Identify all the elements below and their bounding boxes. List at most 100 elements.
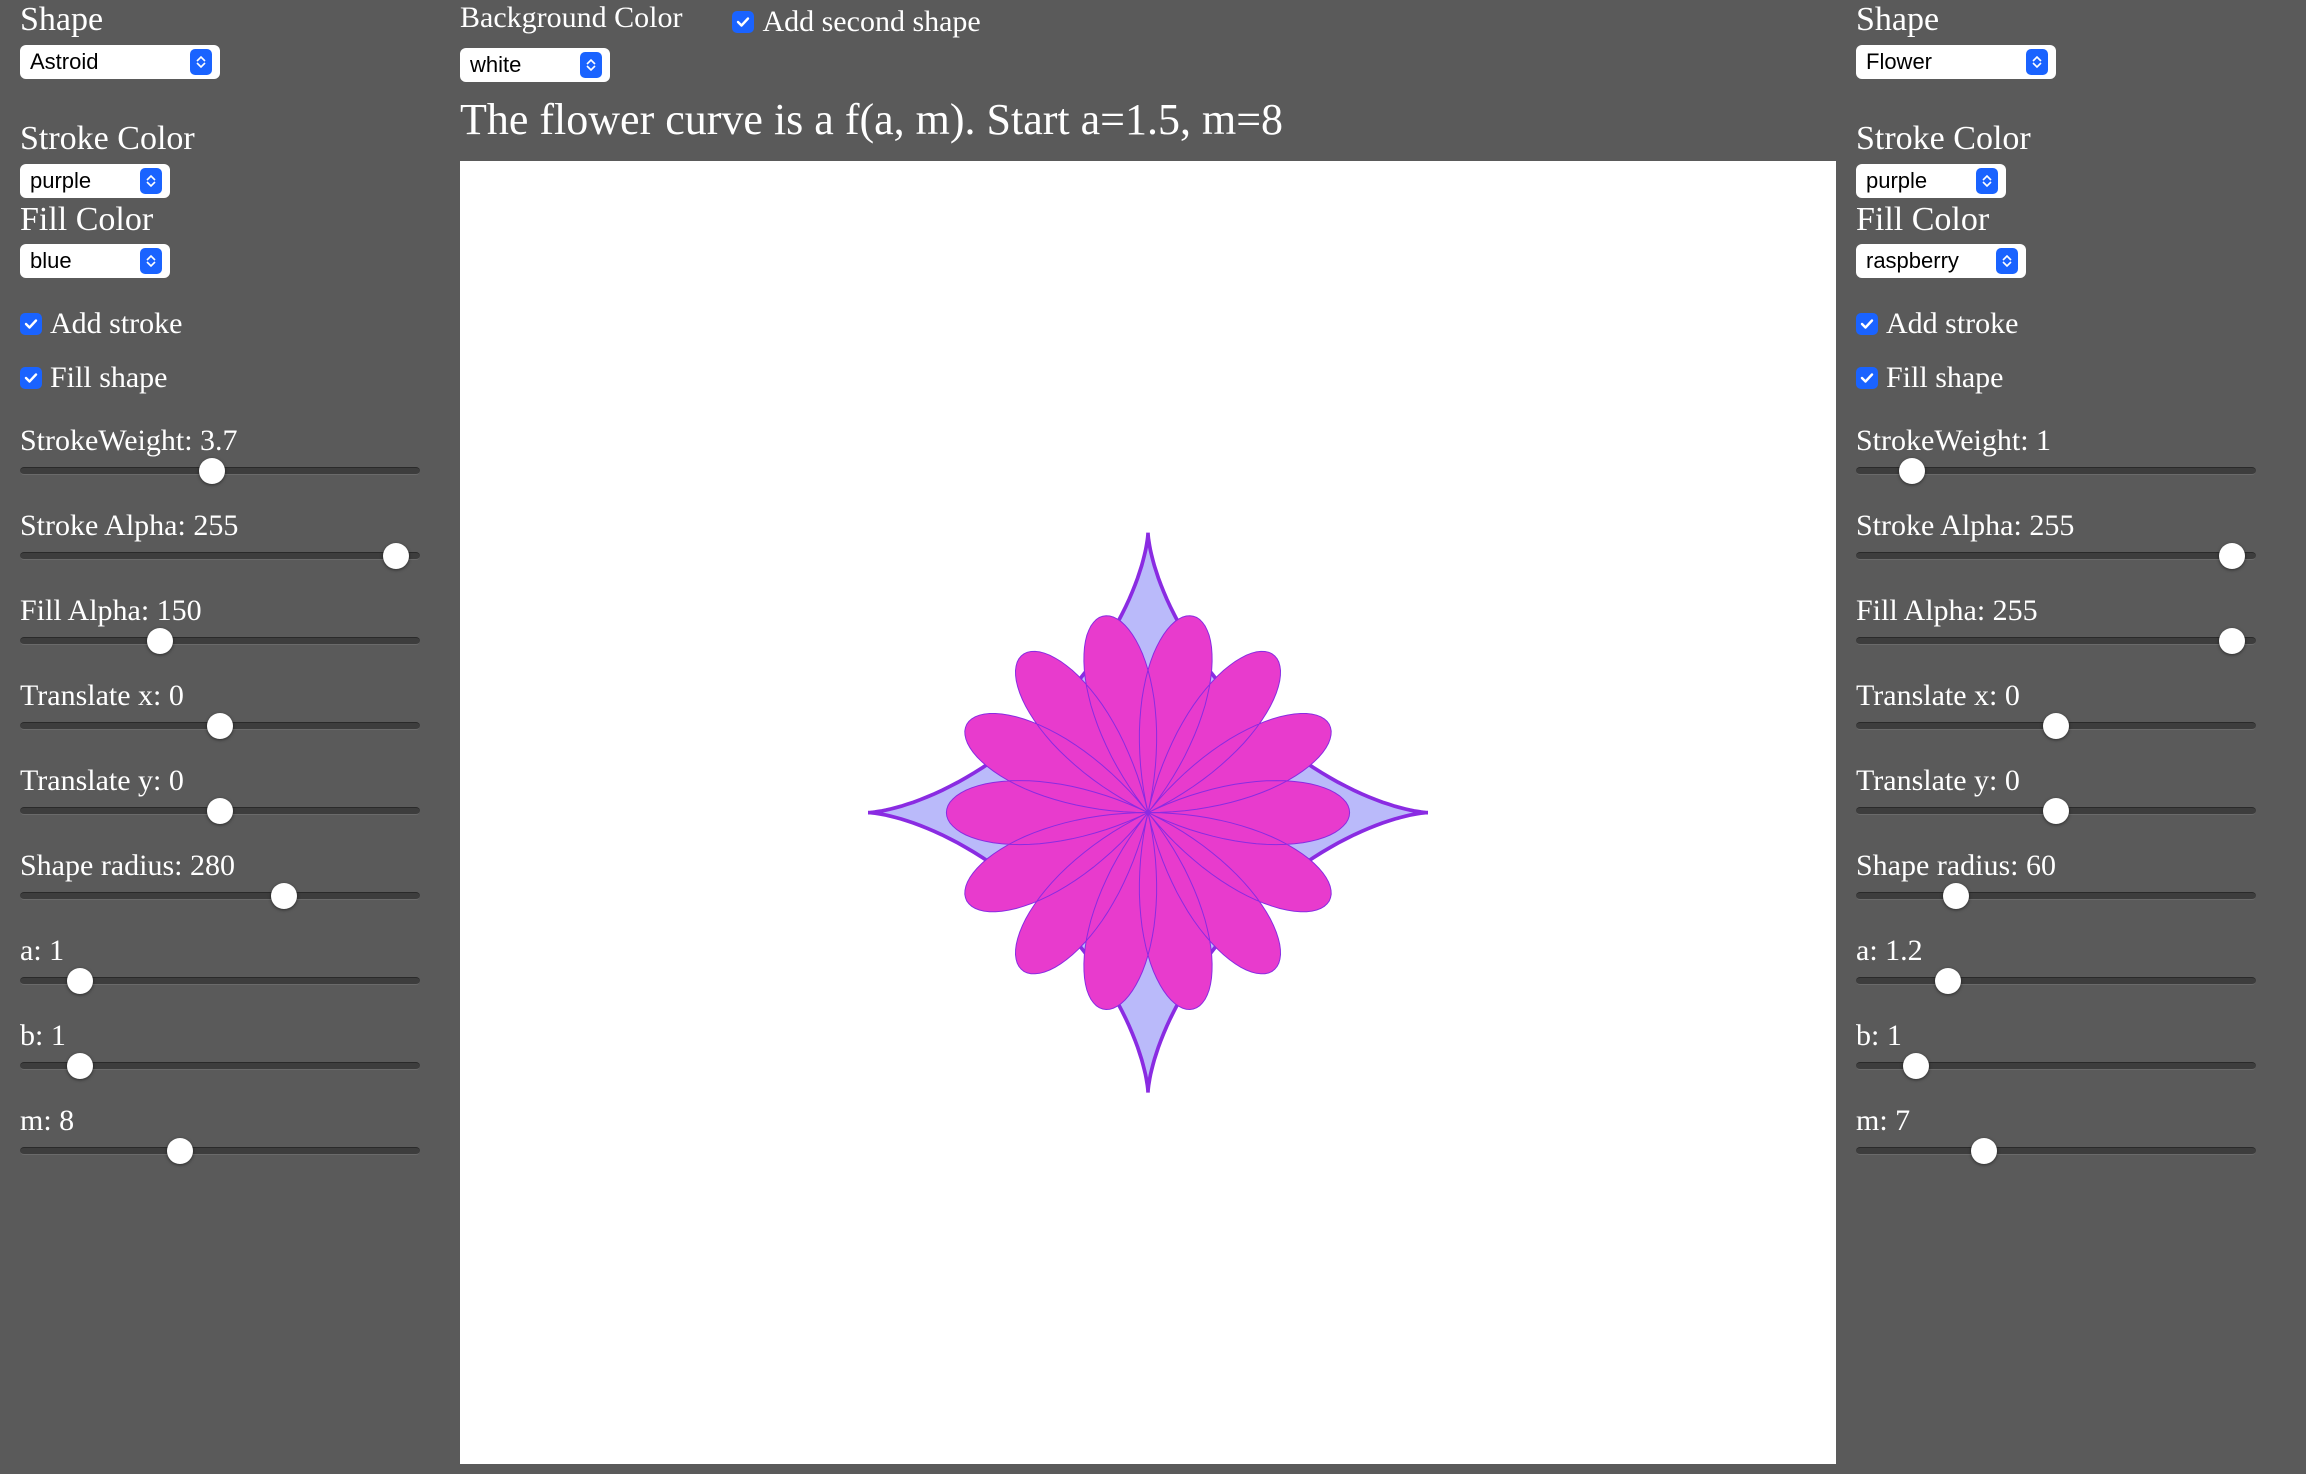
slider-thumb[interactable] xyxy=(2043,798,2069,824)
slider-thumb[interactable] xyxy=(383,543,409,569)
fill-color-select[interactable]: blue xyxy=(20,244,170,278)
fill-shape-checkbox-2[interactable] xyxy=(1856,367,1878,389)
translate-x-slider-2[interactable] xyxy=(1856,716,2256,736)
check-icon xyxy=(23,370,39,386)
fill-color-select-2[interactable]: raspberry xyxy=(1856,244,2026,278)
check-icon xyxy=(1859,370,1875,386)
translate-y-label-2: Translate y: 0 xyxy=(1856,764,2286,797)
stroke-weight-slider-2[interactable] xyxy=(1856,461,2256,481)
fill-color-label-2: Fill Color xyxy=(1856,200,2286,241)
fill-alpha-slider-2[interactable] xyxy=(1856,631,2256,651)
a-slider-2[interactable] xyxy=(1856,971,2256,991)
stroke-color-select[interactable]: purple xyxy=(20,164,170,198)
slider-thumb[interactable] xyxy=(207,713,233,739)
m-slider[interactable] xyxy=(20,1141,420,1161)
shape-select-value-2: Flower xyxy=(1866,49,1932,75)
slider-thumb[interactable] xyxy=(1935,968,1961,994)
slider-thumb[interactable] xyxy=(1899,458,1925,484)
b-slider-2[interactable] xyxy=(1856,1056,2256,1076)
add-second-shape-row: Add second shape xyxy=(732,4,980,40)
drawing-canvas xyxy=(460,161,1836,1464)
slider-thumb[interactable] xyxy=(67,1053,93,1079)
slider-thumb[interactable] xyxy=(147,628,173,654)
translate-x-label: Translate x: 0 xyxy=(20,679,440,712)
slider-thumb[interactable] xyxy=(167,1138,193,1164)
app-root: Shape Astroid Stroke Color purple Fill C… xyxy=(0,0,2306,1474)
slider-thumb[interactable] xyxy=(1903,1053,1929,1079)
add-stroke-checkbox[interactable] xyxy=(20,313,42,335)
shape-radius-slider[interactable] xyxy=(20,886,420,906)
m-label: m: 8 xyxy=(20,1104,440,1137)
slider-thumb[interactable] xyxy=(67,968,93,994)
stroke-alpha-slider-group-2: Stroke Alpha: 255 xyxy=(1856,509,2286,566)
b-slider-group-2: b: 1 xyxy=(1856,1019,2286,1076)
drawing-svg xyxy=(460,161,1836,1464)
add-stroke-label-2: Add stroke xyxy=(1886,306,2018,342)
fill-shape-checkbox-row-2: Fill shape xyxy=(1856,360,2286,396)
stroke-alpha-slider-2[interactable] xyxy=(1856,546,2256,566)
slider-thumb[interactable] xyxy=(2219,543,2245,569)
slider-thumb[interactable] xyxy=(199,458,225,484)
b-slider[interactable] xyxy=(20,1056,420,1076)
stroke-alpha-slider[interactable] xyxy=(20,546,420,566)
fill-color-value: blue xyxy=(30,248,72,274)
add-second-shape-label: Add second shape xyxy=(762,4,980,40)
m-slider-group-2: m: 7 xyxy=(1856,1104,2286,1161)
chevron-updown-icon xyxy=(580,52,602,78)
stroke-weight-label-2: StrokeWeight: 1 xyxy=(1856,424,2286,457)
center-top-row: Background Color white Add second shape xyxy=(460,0,1836,82)
slider-thumb[interactable] xyxy=(1943,883,1969,909)
check-icon xyxy=(23,316,39,332)
stroke-alpha-slider-group: Stroke Alpha: 255 xyxy=(20,509,440,566)
shape-select[interactable]: Astroid xyxy=(20,45,220,79)
shape-radius-slider-group-2: Shape radius: 60 xyxy=(1856,849,2286,906)
m-slider-group: m: 8 xyxy=(20,1104,440,1161)
stroke-color-select-2[interactable]: purple xyxy=(1856,164,2006,198)
fill-alpha-label-2: Fill Alpha: 255 xyxy=(1856,594,2286,627)
add-stroke-checkbox-2[interactable] xyxy=(1856,313,1878,335)
fill-shape-checkbox[interactable] xyxy=(20,367,42,389)
fill-shape-checkbox-row: Fill shape xyxy=(20,360,440,396)
fill-alpha-slider[interactable] xyxy=(20,631,420,651)
a-slider[interactable] xyxy=(20,971,420,991)
shape-label-2: Shape xyxy=(1856,0,2286,41)
bg-color-select[interactable]: white xyxy=(460,48,610,82)
stroke-weight-slider[interactable] xyxy=(20,461,420,481)
check-icon xyxy=(735,14,751,30)
b-label: b: 1 xyxy=(20,1019,440,1052)
slider-thumb[interactable] xyxy=(1971,1138,1997,1164)
slider-thumb[interactable] xyxy=(271,883,297,909)
chevron-updown-icon xyxy=(140,168,162,194)
slider-thumb[interactable] xyxy=(2219,628,2245,654)
translate-y-label: Translate y: 0 xyxy=(20,764,440,797)
translate-y-slider-group-2: Translate y: 0 xyxy=(1856,764,2286,821)
fill-shape-label: Fill shape xyxy=(50,360,168,396)
a-slider-group-2: a: 1.2 xyxy=(1856,934,2286,991)
fill-alpha-label: Fill Alpha: 150 xyxy=(20,594,440,627)
stroke-color-value: purple xyxy=(30,168,91,194)
stroke-color-label-2: Stroke Color xyxy=(1856,119,2286,160)
add-second-shape-checkbox[interactable] xyxy=(732,11,754,33)
shape-select-2[interactable]: Flower xyxy=(1856,45,2056,79)
chevron-updown-icon xyxy=(1976,168,1998,194)
shape-radius-label: Shape radius: 280 xyxy=(20,849,440,882)
subtitle-text: The flower curve is a f(a, m). Start a=1… xyxy=(460,94,1836,147)
shape-radius-slider-2[interactable] xyxy=(1856,886,2256,906)
chevron-updown-icon xyxy=(140,248,162,274)
center-area: Background Color white Add second shape … xyxy=(450,0,1846,1464)
b-label-2: b: 1 xyxy=(1856,1019,2286,1052)
slider-thumb[interactable] xyxy=(2043,713,2069,739)
stroke-color-label: Stroke Color xyxy=(20,119,440,160)
shape-select-value: Astroid xyxy=(30,49,98,75)
bg-color-label: Background Color xyxy=(460,0,682,36)
translate-x-slider-group-2: Translate x: 0 xyxy=(1856,679,2286,736)
b-slider-group: b: 1 xyxy=(20,1019,440,1076)
fill-color-value-2: raspberry xyxy=(1866,248,1959,274)
translate-x-slider[interactable] xyxy=(20,716,420,736)
m-slider-2[interactable] xyxy=(1856,1141,2256,1161)
translate-y-slider[interactable] xyxy=(20,801,420,821)
a-slider-group: a: 1 xyxy=(20,934,440,991)
slider-thumb[interactable] xyxy=(207,798,233,824)
bg-color-value: white xyxy=(470,52,521,78)
translate-y-slider-2[interactable] xyxy=(1856,801,2256,821)
